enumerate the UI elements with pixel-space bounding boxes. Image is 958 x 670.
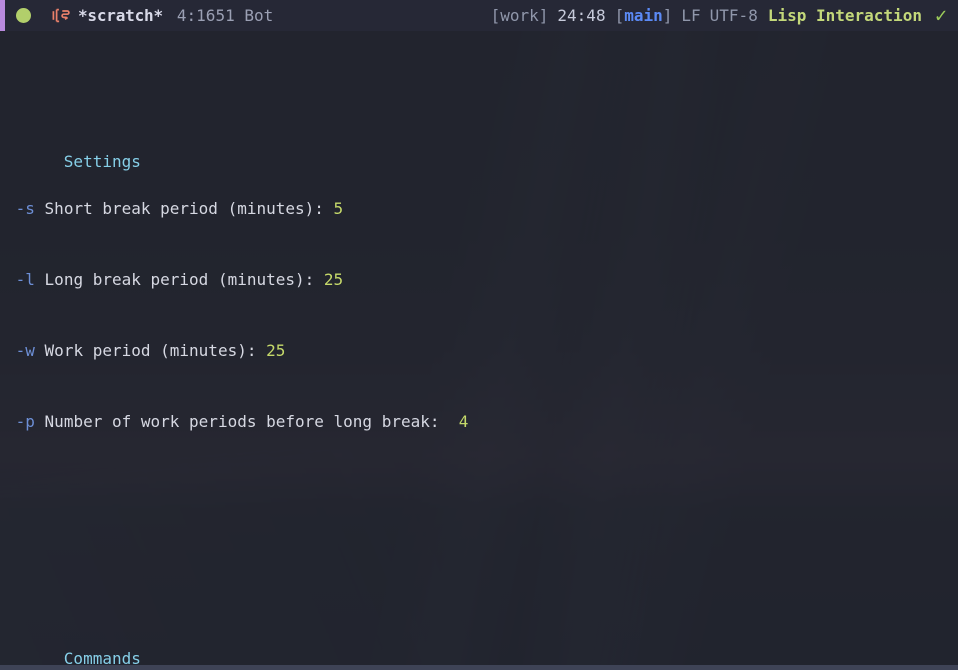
terminal-window: *scratch* 4:1651 Bot [work] 24:48 [main]… [0,0,958,670]
setting-row-periods-before-long-break[interactable]: -p Number of work periods before long br… [6,410,958,434]
setting-label: Work period (minutes): [44,341,257,361]
setting-flag: -l [15,270,35,289]
check-icon: ✓ [934,3,947,28]
buffer-content[interactable]: Settings -s Short break period (minutes)… [0,31,958,670]
commands-heading: Commands [6,623,958,668]
setting-value[interactable]: 25 [266,341,285,360]
branch-bracket-close: ] [662,5,673,25]
buffer-header-line: *scratch* 4:1651 Bot [work] 24:48 [main]… [0,0,958,31]
header-right-group: [work] 24:48 [main] LF UTF-8 Lisp Intera… [491,4,958,28]
settings-heading-text: Settings [63,151,141,171]
setting-label: Number of work periods before long break… [44,412,440,432]
header-timer: 24:48 [557,5,606,25]
branch-bracket-open: [ [614,5,625,25]
settings-heading: Settings [6,126,958,171]
setting-row-work-period[interactable]: -w Work period (minutes): 25 [6,339,958,363]
setting-flag: -p [15,412,35,432]
setting-row-long-break[interactable]: -l Long break period (minutes): 25 [6,268,958,292]
setting-value[interactable]: 4 [459,412,469,431]
buffer-position: 4:1651 Bot [176,5,274,25]
vcs-branch-label[interactable]: main [624,4,663,28]
pointing-hand-icon [52,8,70,23]
mode-line [0,665,958,670]
setting-value[interactable]: 5 [334,199,344,218]
setting-label: Short break period (minutes): [44,198,324,218]
setting-flag: -w [15,341,35,361]
setting-value[interactable]: 25 [324,270,343,289]
line-ending-label[interactable]: LF [681,4,700,28]
project-label[interactable]: [work] [491,4,549,28]
setting-flag: -s [15,198,35,218]
header-left-group: *scratch* 4:1651 Bot [5,4,273,28]
buffer-name[interactable]: *scratch* [78,4,163,28]
setting-row-short-break[interactable]: -s Short break period (minutes): 5 [6,197,958,221]
major-mode-label[interactable]: Lisp Interaction [768,4,922,28]
buffer-status-dot [16,7,31,23]
encoding-label[interactable]: UTF-8 [710,4,758,28]
setting-label: Long break period (minutes): [44,270,315,289]
